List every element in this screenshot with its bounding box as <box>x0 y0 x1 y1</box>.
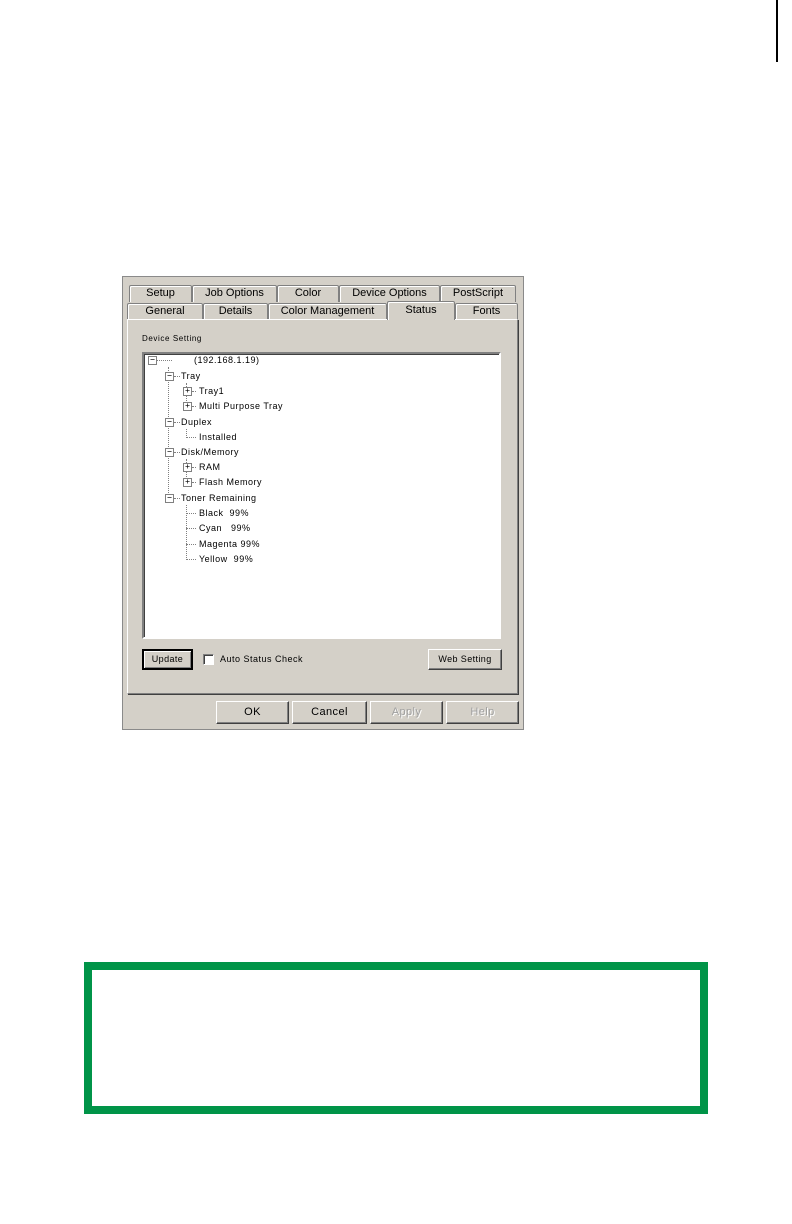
tree-node-tray[interactable]: Tray <box>181 371 201 382</box>
tree-connector <box>186 437 196 438</box>
tree-connector <box>186 513 196 514</box>
tree-connector <box>174 422 180 423</box>
auto-status-check-label: Auto Status Check <box>220 654 304 664</box>
update-button[interactable]: Update <box>142 649 193 670</box>
tree-node-installed[interactable]: Installed <box>199 432 237 443</box>
tab-fonts[interactable]: Fonts <box>455 303 518 320</box>
tab-status[interactable]: Status <box>387 301 455 320</box>
tree-connector <box>192 406 196 407</box>
ok-button[interactable]: OK <box>216 701 289 724</box>
tab-job-options[interactable]: Job Options <box>192 285 277 302</box>
printer-properties-dialog: Setup Job Options Color Device Options P… <box>122 276 524 730</box>
web-setting-button[interactable]: Web Setting <box>428 649 502 670</box>
tab-device-options[interactable]: Device Options <box>339 285 440 302</box>
collapse-icon[interactable]: − <box>148 356 157 365</box>
tab-general[interactable]: General <box>127 303 203 320</box>
help-button[interactable]: Help <box>446 701 519 724</box>
tab-setup[interactable]: Setup <box>129 285 192 302</box>
status-tab-panel: Device Setting − − + + − − + + − (192.16… <box>127 319 518 694</box>
apply-button[interactable]: Apply <box>370 701 443 724</box>
tree-node-disk-memory[interactable]: Disk/Memory <box>181 447 239 458</box>
tree-connector <box>192 467 196 468</box>
collapse-icon[interactable]: − <box>165 418 174 427</box>
tree-connector <box>174 452 180 453</box>
tab-details[interactable]: Details <box>203 303 268 320</box>
tree-node-black-toner[interactable]: Black 99% <box>199 508 249 519</box>
collapse-icon[interactable]: − <box>165 494 174 503</box>
cancel-button[interactable]: Cancel <box>292 701 367 724</box>
note-box <box>84 962 708 1114</box>
tab-color[interactable]: Color <box>277 285 339 302</box>
expand-icon[interactable]: + <box>183 463 192 472</box>
tree-node-duplex[interactable]: Duplex <box>181 417 212 428</box>
collapse-icon[interactable]: − <box>165 372 174 381</box>
tree-node-cyan-toner[interactable]: Cyan 99% <box>199 523 251 534</box>
collapse-icon[interactable]: − <box>165 448 174 457</box>
tree-node-multi-purpose-tray[interactable]: Multi Purpose Tray <box>199 401 283 412</box>
expand-icon[interactable]: + <box>183 402 192 411</box>
expand-icon[interactable]: + <box>183 478 192 487</box>
tree-connector <box>174 376 180 377</box>
tree-connector <box>186 544 196 545</box>
tab-postscript[interactable]: PostScript <box>440 285 516 302</box>
tree-node-yellow-toner[interactable]: Yellow 99% <box>199 554 253 565</box>
tree-node-flash-memory[interactable]: Flash Memory <box>199 477 262 488</box>
tree-node-toner-remaining[interactable]: Toner Remaining <box>181 493 257 504</box>
tree-connector <box>192 482 196 483</box>
tree-connector <box>192 391 196 392</box>
tree-connector <box>186 559 196 560</box>
tab-color-management[interactable]: Color Management <box>268 303 387 320</box>
tree-node-tray1[interactable]: Tray1 <box>199 386 224 397</box>
tree-node-ram[interactable]: RAM <box>199 462 221 473</box>
tree-connector <box>168 367 169 495</box>
tree-node-root[interactable]: (192.168.1.19) <box>194 355 260 366</box>
device-setting-tree[interactable]: − − + + − − + + − (192.168.1.19) Tray Tr… <box>142 352 501 639</box>
auto-status-check-checkbox[interactable] <box>203 654 214 665</box>
page-margin-rule <box>776 0 778 62</box>
tree-connector <box>186 528 196 529</box>
tree-connector <box>156 360 172 361</box>
expand-icon[interactable]: + <box>183 387 192 396</box>
device-setting-label: Device Setting <box>142 334 202 343</box>
tree-node-magenta-toner[interactable]: Magenta 99% <box>199 539 260 550</box>
tree-connector <box>174 498 180 499</box>
